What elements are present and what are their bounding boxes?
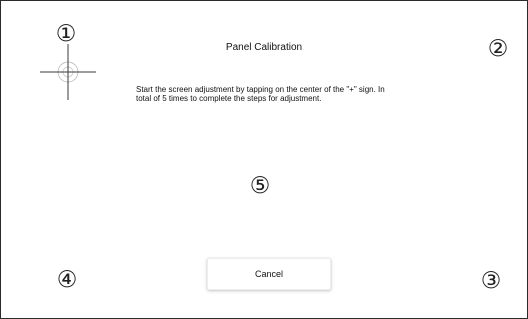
dialog-title: Panel Calibration <box>225 42 303 53</box>
marker-5: ⑤ <box>249 173 271 199</box>
marker-3: ③ <box>480 268 502 294</box>
instructions-text: Start the screen adjustment by tapping o… <box>136 85 385 104</box>
calibration-screen: ① Panel Calibration ② Start the screen a… <box>0 0 528 319</box>
cancel-button[interactable]: Cancel <box>207 258 331 290</box>
marker-4: ④ <box>56 267 78 293</box>
marker-2: ② <box>487 36 509 62</box>
